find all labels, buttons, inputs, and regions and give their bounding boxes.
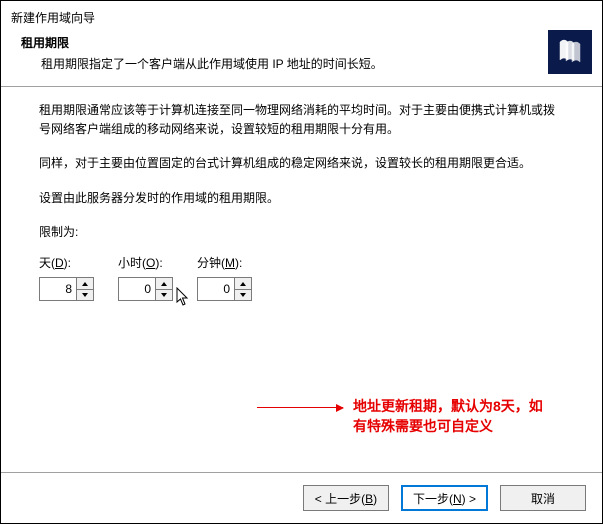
next-button[interactable]: 下一步(N) > <box>401 485 488 511</box>
hours-spinner[interactable] <box>118 277 173 301</box>
chevron-up-icon <box>161 282 167 286</box>
description-paragraph-1: 租用期限通常应该等于计算机连接至同一物理网络消耗的平均时间。对于主要由便携式计算… <box>39 101 564 138</box>
minutes-label: 分钟(M): <box>197 254 242 271</box>
days-label: 天(D): <box>39 254 71 271</box>
annotation-text: 地址更新租期，默认为8天，如有特殊需要也可自定义 <box>353 397 553 436</box>
cancel-button[interactable]: 取消 <box>500 485 586 511</box>
hours-group: 小时(O): <box>118 254 173 301</box>
limit-label: 限制为: <box>39 223 564 240</box>
description-paragraph-3: 设置由此服务器分发时的作用域的租用期限。 <box>39 189 564 208</box>
days-spin-up[interactable] <box>77 278 93 290</box>
minutes-group: 分钟(M): <box>197 254 252 301</box>
days-spin-buttons <box>76 278 93 300</box>
page-heading: 租用期限 <box>21 34 592 51</box>
hours-spin-up[interactable] <box>156 278 172 290</box>
days-input[interactable] <box>40 278 76 300</box>
description-paragraph-2: 同样，对于主要由位置固定的台式计算机组成的稳定网络来说，设置较长的租用期限更合适… <box>39 154 564 173</box>
chevron-down-icon <box>82 293 88 297</box>
wizard-body: 租用期限通常应该等于计算机连接至同一物理网络消耗的平均时间。对于主要由便携式计算… <box>1 87 602 472</box>
minutes-spin-buttons <box>234 278 251 300</box>
minutes-input[interactable] <box>198 278 234 300</box>
window-title: 新建作用域向导 <box>1 1 602 30</box>
days-group: 天(D): <box>39 254 94 301</box>
hours-input[interactable] <box>119 278 155 300</box>
lease-inputs: 天(D): 小时(O): <box>39 254 564 301</box>
wizard-footer: < 上一步(B) 下一步(N) > 取消 <box>1 472 602 523</box>
days-spinner[interactable] <box>39 277 94 301</box>
chevron-up-icon <box>82 282 88 286</box>
page-subheading: 租用期限指定了一个客户端从此作用域使用 IP 地址的时间长短。 <box>41 55 592 72</box>
hours-spin-down[interactable] <box>156 290 172 301</box>
minutes-spin-up[interactable] <box>235 278 251 290</box>
minutes-spin-down[interactable] <box>235 290 251 301</box>
hours-label: 小时(O): <box>118 254 163 271</box>
chevron-down-icon <box>161 293 167 297</box>
documents-icon <box>548 30 592 74</box>
chevron-up-icon <box>240 282 246 286</box>
annotation: 地址更新租期，默认为8天，如有特殊需要也可自定义 <box>257 397 553 436</box>
back-button[interactable]: < 上一步(B) <box>303 485 389 511</box>
wizard-header: 租用期限 租用期限指定了一个客户端从此作用域使用 IP 地址的时间长短。 <box>1 30 602 87</box>
annotation-arrow-icon <box>257 407 343 408</box>
hours-spin-buttons <box>155 278 172 300</box>
wizard-window: 新建作用域向导 租用期限 租用期限指定了一个客户端从此作用域使用 IP 地址的时… <box>0 0 603 524</box>
chevron-down-icon <box>240 293 246 297</box>
days-spin-down[interactable] <box>77 290 93 301</box>
minutes-spinner[interactable] <box>197 277 252 301</box>
